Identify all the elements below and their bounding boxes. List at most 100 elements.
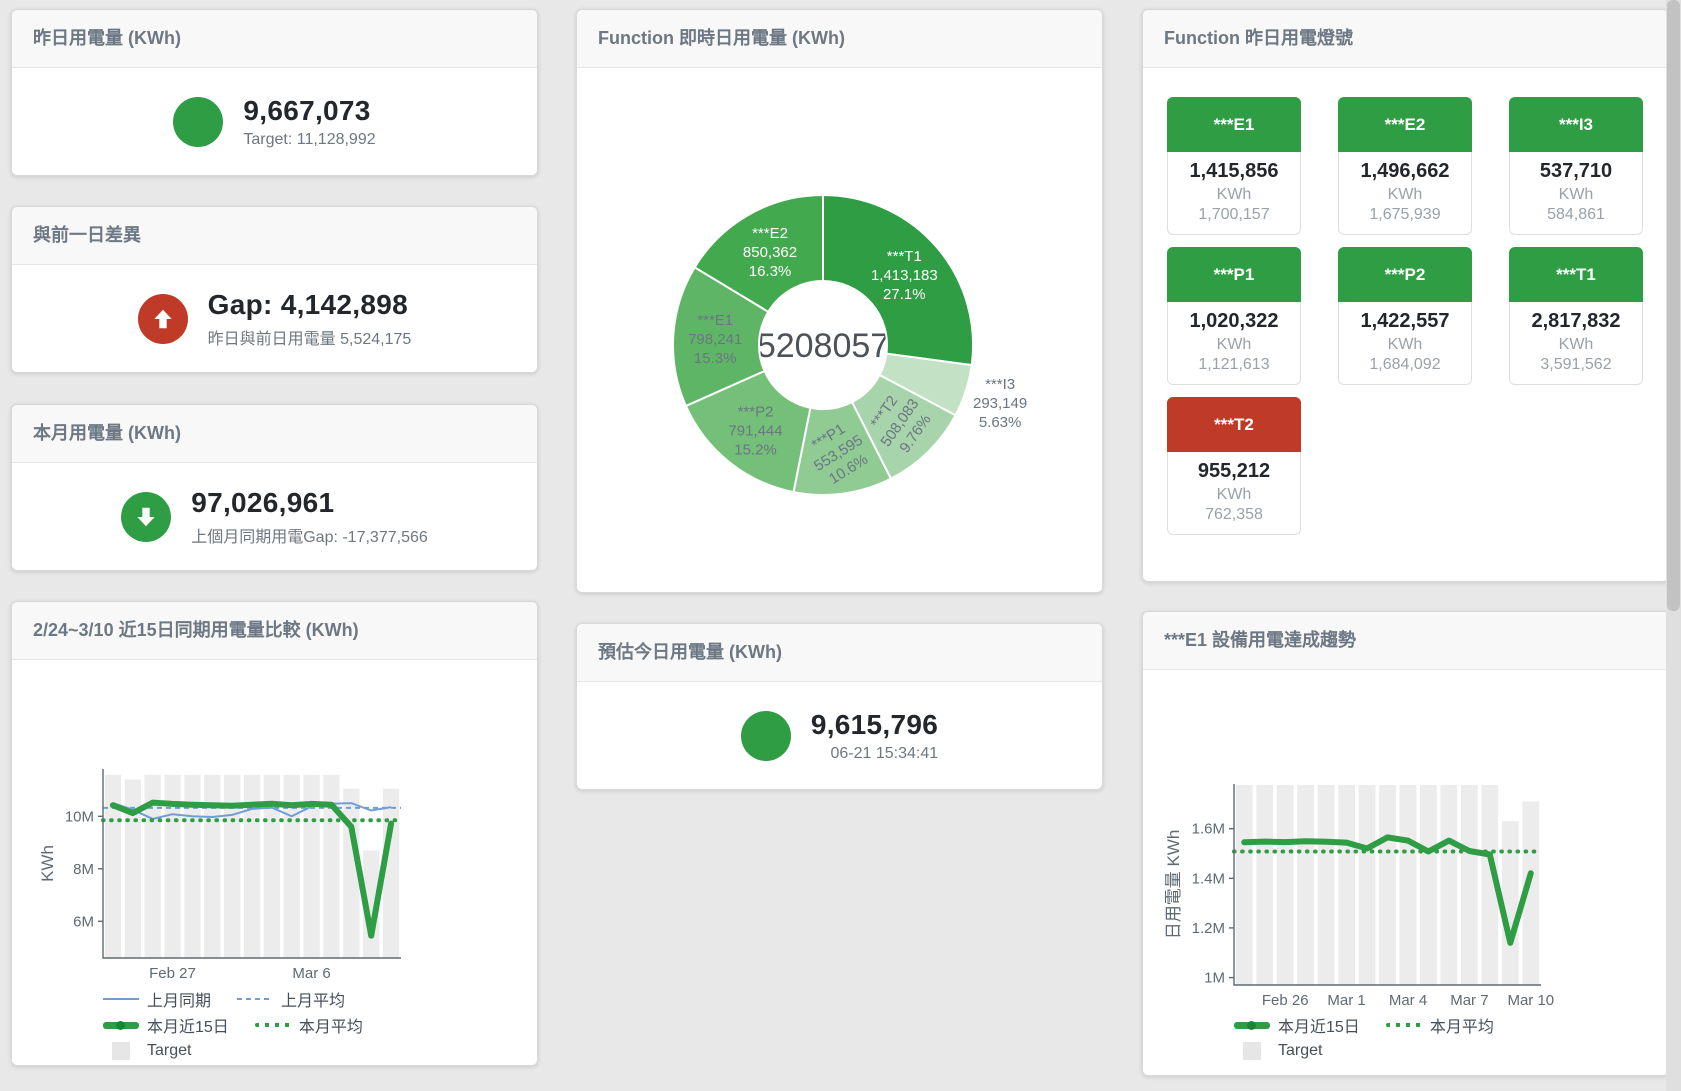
light-tile-target: 584,861	[1514, 206, 1638, 224]
target-bar	[125, 780, 141, 959]
light-tile-unit: KWh	[1343, 186, 1467, 204]
card-prev-day-gap: 與前一日差異 Gap: 4,142,898 昨日與前日用電量 5,524,175	[11, 206, 538, 373]
legend-swatch-blue-line	[103, 990, 139, 1008]
target-bar	[1318, 785, 1335, 985]
light-tile-value: 955,212	[1172, 460, 1296, 483]
light-tile-value: 537,710	[1514, 160, 1638, 183]
y-tick-label: 1.4M	[1192, 870, 1225, 887]
light-tile-body: 2,817,832 KWh 3,591,562	[1509, 302, 1643, 385]
energy-dashboard: 昨日用電量 (KWh) 9,667,073 Target: 11,128,992…	[0, 0, 1681, 1091]
light-tile-unit: KWh	[1343, 336, 1467, 354]
legend-item-gray-bar[interactable]: Target	[1234, 1038, 1322, 1064]
light-tile-P2[interactable]: ***P21,422,557KWh1,684,092	[1338, 247, 1472, 385]
legend-label: 本月平均	[1430, 1013, 1494, 1037]
card-title-month-usage: 本月用電量 (KWh)	[12, 405, 537, 463]
light-tile-name: ***P2	[1338, 247, 1472, 302]
legend-swatch-green-dotted	[255, 1016, 291, 1034]
light-tile-unit: KWh	[1172, 336, 1296, 354]
vertical-scrollbar-track[interactable]	[1666, 0, 1681, 1091]
x-tick-label: Feb 26	[1262, 992, 1309, 1009]
card-title-e1-trend: ***E1 設備用電達成趨勢	[1143, 612, 1668, 670]
legend-item-green-thick[interactable]: 本月近15日	[1234, 1012, 1360, 1038]
prev-day-gap-subtitle: 昨日與前日用電量 5,524,175	[208, 325, 412, 349]
light-tile-target: 762,358	[1172, 506, 1296, 524]
target-bar	[1236, 785, 1253, 985]
light-tile-name: ***T2	[1167, 397, 1301, 452]
estimate-today-value: 9,615,796	[811, 709, 938, 741]
card-title-prev-day-gap: 與前一日差異	[12, 207, 537, 265]
legend-item-blue-dashed[interactable]: 上月平均	[237, 986, 345, 1012]
compare-chart-svg: 6M8M10MFeb 27Mar 6KWh	[12, 660, 537, 984]
light-tile-target: 3,591,562	[1514, 356, 1638, 374]
light-tile-P1[interactable]: ***P11,020,322KWh1,121,613	[1167, 247, 1301, 385]
legend-item-green-dotted[interactable]: 本月平均	[255, 1012, 363, 1038]
arrow-down-icon	[121, 492, 171, 542]
target-bar	[1420, 785, 1437, 985]
legend-swatch-blue-dashed	[237, 990, 273, 1008]
light-tile-unit: KWh	[1514, 336, 1638, 354]
legend-item-green-thick[interactable]: 本月近15日	[103, 1012, 229, 1038]
target-bar	[224, 775, 240, 958]
target-bar	[1359, 785, 1376, 985]
light-tile-value: 1,020,322	[1172, 310, 1296, 333]
y-tick-label: 1.6M	[1192, 821, 1225, 838]
donut-center-total: 5208057	[757, 327, 889, 365]
x-tick-label: Feb 27	[149, 965, 196, 982]
light-tile-body: 1,496,662 KWh 1,675,939	[1338, 152, 1472, 235]
realtime-donut-svg: 5208057 ***T11,413,18327.1%***I3293,1495…	[577, 68, 1104, 588]
card-realtime-usage: Function 即時日用電量 (KWh) 5208057 ***T11,413…	[576, 9, 1103, 593]
light-tile-target: 1,700,157	[1172, 206, 1296, 224]
x-tick-label: Mar 1	[1327, 992, 1365, 1009]
x-tick-label: Mar 6	[292, 965, 330, 982]
light-tile-T2[interactable]: ***T2 955,212 KWh 762,358	[1167, 397, 1301, 535]
arrow-up-icon	[138, 294, 188, 344]
svg-text:***I3293,1495.63%: ***I3293,1495.63%	[973, 376, 1027, 431]
light-tile-name: ***P1	[1167, 247, 1301, 302]
y-tick-label: 8M	[73, 861, 94, 878]
card-title-estimate-today: 預估今日用電量 (KWh)	[577, 624, 1102, 682]
light-tile-target: 1,675,939	[1343, 206, 1467, 224]
card-title-15day-compare: 2/24~3/10 近15日同期用電量比較 (KWh)	[12, 602, 537, 660]
card-e1-trend: ***E1 設備用電達成趨勢 1M1.2M1.4M1.6MFeb 26Mar 1…	[1142, 611, 1669, 1076]
target-bar	[1461, 785, 1478, 985]
light-tile-body: 537,710 KWh 584,861	[1509, 152, 1643, 235]
target-bar	[1277, 785, 1294, 985]
month-usage-gap: 上個月同期用電Gap: -17,377,566	[191, 523, 428, 547]
target-bar	[1256, 785, 1273, 985]
light-tile-value: 1,496,662	[1343, 160, 1467, 183]
light-tile-I3[interactable]: ***I3537,710KWh584,861	[1509, 97, 1643, 235]
vertical-scrollbar-thumb[interactable]	[1667, 0, 1680, 611]
target-bar	[1400, 785, 1417, 985]
card-yesterday-lights: Function 昨日用電燈號 ***E11,415,856KWh1,700,1…	[1142, 9, 1669, 582]
legend-item-gray-bar[interactable]: Target	[103, 1038, 191, 1064]
light-tile-body: 1,020,322KWh1,121,613	[1167, 302, 1301, 385]
light-tile-E2[interactable]: ***E2 1,496,662 KWh 1,675,939	[1338, 97, 1472, 235]
light-tile-T1[interactable]: ***T1 2,817,832 KWh 3,591,562	[1509, 247, 1643, 385]
month-usage-value: 97,026,961	[191, 487, 428, 519]
light-tile-name: ***E1	[1167, 97, 1301, 152]
x-tick-label: Mar 7	[1450, 992, 1488, 1009]
light-tile-value: 1,422,557	[1343, 310, 1467, 333]
light-tile-body: 955,212 KWh 762,358	[1167, 452, 1301, 535]
light-tile-name: ***T1	[1509, 247, 1643, 302]
compare-chart-legend: 上月同期 上月平均本月近15日 本月平均 Target	[103, 986, 403, 1064]
target-bar	[1379, 785, 1396, 985]
prev-day-gap-value: Gap: 4,142,898	[208, 289, 412, 321]
light-tile-name: ***E2	[1338, 97, 1472, 152]
lights-grid: ***E11,415,856KWh1,700,157***E21,496,662…	[1143, 68, 1668, 564]
light-tile-unit: KWh	[1172, 186, 1296, 204]
line-marker-dot	[116, 1021, 125, 1030]
light-tile-E1[interactable]: ***E11,415,856KWh1,700,157	[1167, 97, 1301, 235]
status-circle-icon	[173, 97, 223, 147]
legend-label: 本月平均	[299, 1013, 363, 1037]
legend-item-blue-line[interactable]: 上月同期	[103, 986, 211, 1012]
legend-label: 上月同期	[147, 987, 211, 1011]
light-tile-value: 2,817,832	[1514, 310, 1638, 333]
target-bar	[1297, 785, 1314, 985]
legend-item-green-dotted[interactable]: 本月平均	[1386, 1012, 1494, 1038]
card-title-realtime-usage: Function 即時日用電量 (KWh)	[577, 10, 1102, 68]
light-tile-unit: KWh	[1172, 486, 1296, 504]
light-tile-body: 1,422,557KWh1,684,092	[1338, 302, 1472, 385]
card-15day-compare: 2/24~3/10 近15日同期用電量比較 (KWh) 6M8M10MFeb 2…	[11, 601, 538, 1066]
light-tile-unit: KWh	[1514, 186, 1638, 204]
